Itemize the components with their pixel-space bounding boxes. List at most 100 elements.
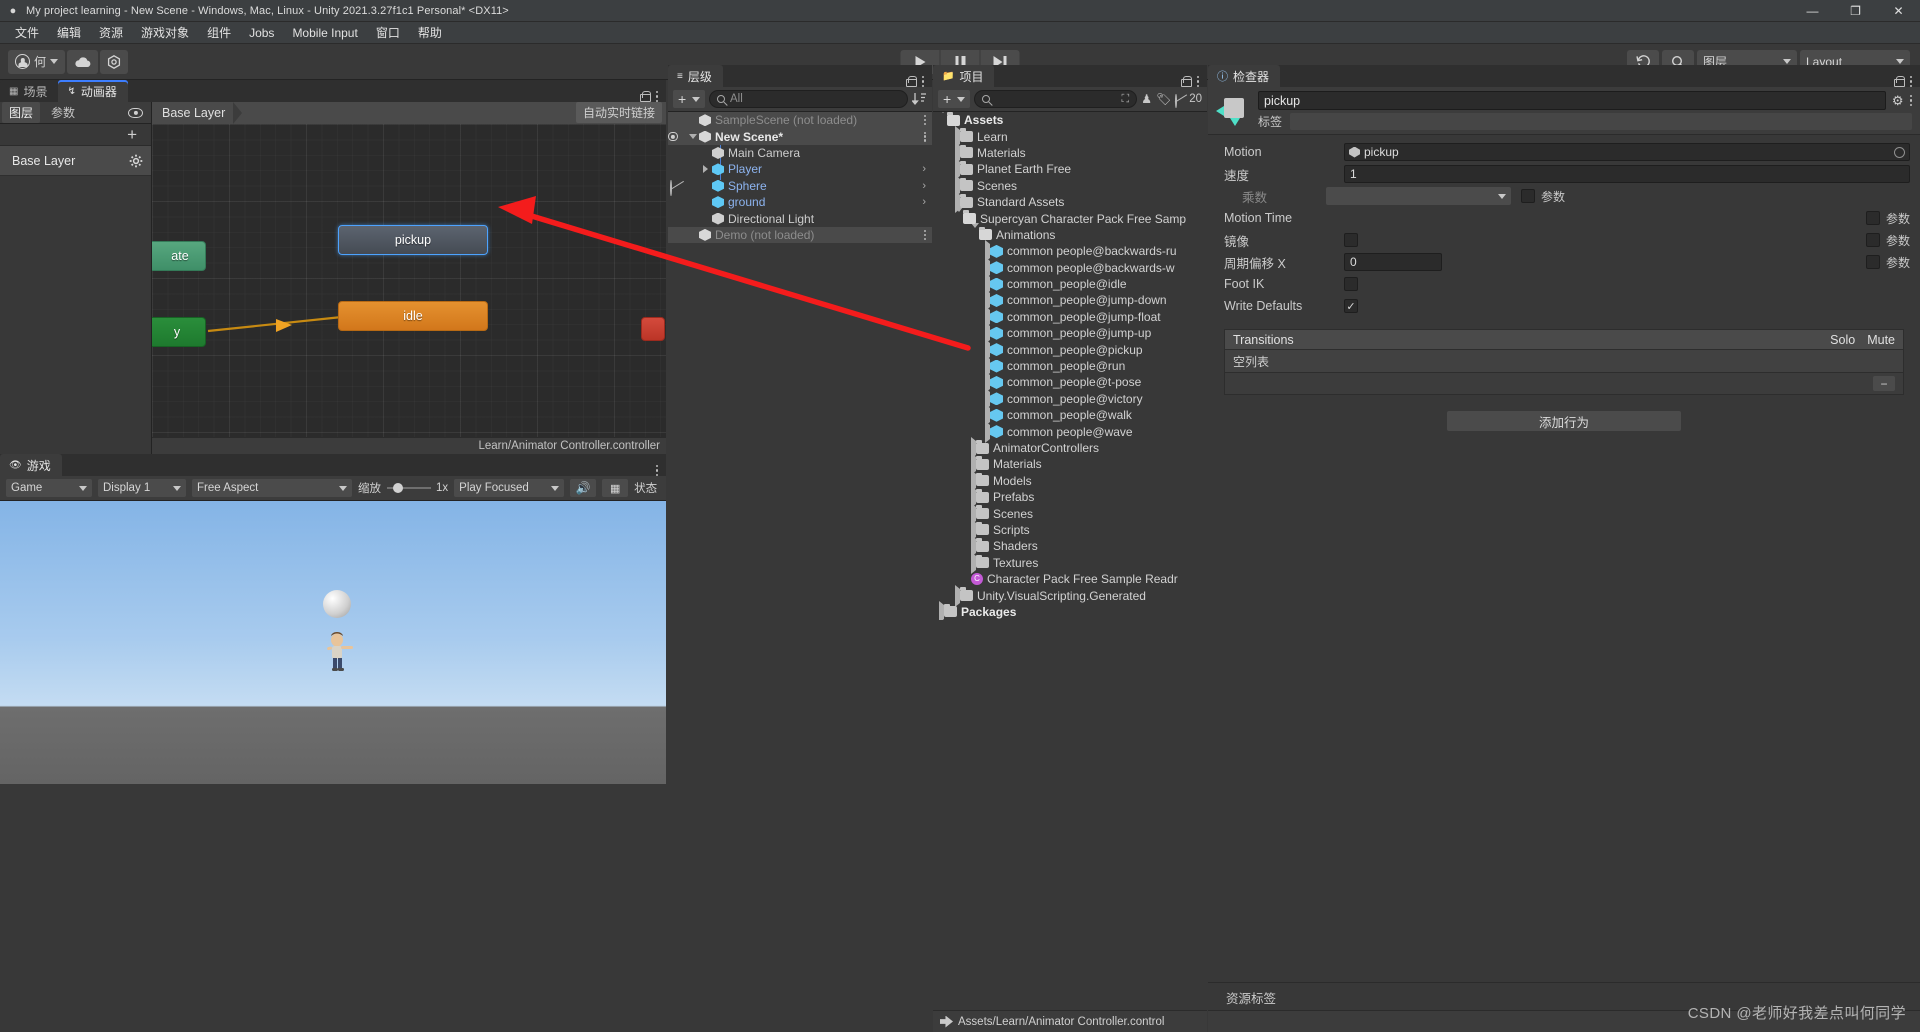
maximize-button[interactable]: ❐ <box>1834 0 1877 22</box>
project-row-planet-earth-free[interactable]: Planet Earth Free <box>933 158 1207 181</box>
minimize-button[interactable]: — <box>1791 0 1834 22</box>
lock-icon[interactable] <box>905 75 917 87</box>
services-settings-button[interactable] <box>100 49 129 74</box>
component-menu-icon[interactable] <box>1909 94 1912 107</box>
cycle-offset-param-checkbox[interactable] <box>1865 255 1880 269</box>
project-row-standard-assets[interactable]: Standard Assets <box>933 191 1207 214</box>
object-filter-icon[interactable]: ♟ <box>1141 92 1152 106</box>
tab-game[interactable]: 👁 游戏 <box>0 454 62 476</box>
panel-menu-icon[interactable] <box>1196 75 1199 87</box>
open-icon[interactable]: ⛶ <box>1122 93 1130 106</box>
eye-off-icon[interactable] <box>669 179 685 196</box>
menu-window[interactable]: 窗口 <box>367 22 409 43</box>
tag-field[interactable] <box>1290 113 1912 130</box>
aspect-select[interactable]: Free Aspect <box>192 479 352 497</box>
game-view[interactable] <box>0 501 666 831</box>
create-gameobject-button[interactable]: + <box>673 90 705 108</box>
display-select[interactable]: Display 1 <box>98 479 186 497</box>
menu-assets[interactable]: 资源 <box>90 22 132 43</box>
eye-icon[interactable] <box>128 107 143 118</box>
breadcrumb-label[interactable]: Base Layer <box>162 106 225 120</box>
motion-time-param-checkbox[interactable] <box>1865 211 1880 225</box>
tab-project[interactable]: 📁 项目 <box>933 65 995 87</box>
hierarchy-row-samplescene[interactable]: SampleScene (not loaded) <box>668 112 932 129</box>
sort-icon[interactable] <box>912 92 927 106</box>
prefab-open-icon[interactable]: › <box>922 163 926 175</box>
search-input[interactable] <box>995 93 1117 105</box>
scale-slider[interactable]: 1x <box>387 482 448 494</box>
menu-gameobject[interactable]: 游戏对象 <box>132 22 198 43</box>
mute-audio-button[interactable]: 🔊 <box>570 479 597 497</box>
graph-node-entry[interactable]: ate <box>152 241 206 271</box>
project-row-backwards-walk[interactable]: common people@backwards-w <box>933 256 1207 279</box>
add-behaviour-button[interactable]: 添加行为 <box>1447 411 1681 431</box>
menu-help[interactable]: 帮助 <box>409 22 451 43</box>
subtab-parameters[interactable]: 参数 <box>44 102 82 123</box>
play-focus-select[interactable]: Play Focused <box>454 479 565 497</box>
project-row-jump-down[interactable]: common_people@jump-down <box>933 289 1207 312</box>
row-menu-icon[interactable] <box>923 131 926 142</box>
tab-scene[interactable]: ▦ 场景 <box>0 80 59 102</box>
hierarchy-row-main-camera[interactable]: Main Camera <box>668 145 932 161</box>
preset-icon[interactable]: ⚙ <box>1892 93 1904 109</box>
hierarchy-search[interactable] <box>709 90 908 108</box>
project-row-walk[interactable]: common_people@walk <box>933 404 1207 427</box>
hierarchy-row-sphere[interactable]: Sphere › <box>668 178 932 196</box>
close-button[interactable]: ✕ <box>1877 0 1920 22</box>
project-row-pickup[interactable]: common_people@pickup <box>933 338 1207 361</box>
project-row-visualscripting[interactable]: Unity.VisualScripting.Generated <box>933 584 1207 607</box>
foot-ik-checkbox[interactable] <box>1344 277 1358 291</box>
hierarchy-row-new-scene[interactable]: New Scene* <box>668 128 932 145</box>
project-row-learn[interactable]: Learn <box>933 125 1207 148</box>
menu-mobile-input[interactable]: Mobile Input <box>283 24 366 42</box>
row-menu-icon[interactable] <box>923 115 926 126</box>
mirror-checkbox[interactable] <box>1344 233 1358 247</box>
plus-icon[interactable]: + <box>127 126 137 143</box>
gear-icon[interactable] <box>129 154 143 168</box>
graph-node-any-state[interactable]: y <box>152 317 206 347</box>
hierarchy-row-directional-light[interactable]: Directional Light <box>668 210 932 226</box>
hierarchy-row-player[interactable]: Player › <box>668 161 932 177</box>
project-row-idle[interactable]: common_people@idle <box>933 273 1207 296</box>
project-row-packages[interactable]: Packages <box>933 600 1207 621</box>
panel-menu-icon[interactable] <box>1909 75 1912 87</box>
menu-component[interactable]: 组件 <box>198 22 240 43</box>
menu-edit[interactable]: 编辑 <box>48 22 90 43</box>
project-row-run[interactable]: common_people@run <box>933 355 1207 378</box>
slider-knob[interactable] <box>393 483 403 493</box>
hierarchy-row-ground[interactable]: ground › <box>668 194 932 210</box>
graph-node-exit[interactable] <box>641 317 665 341</box>
game-view-select[interactable]: Game <box>6 479 92 497</box>
hierarchy-row-demo[interactable]: Demo (not loaded) <box>668 226 932 244</box>
speed-input[interactable]: 1 <box>1344 165 1910 183</box>
stats-button[interactable]: ▦ <box>602 479 629 497</box>
state-name-input[interactable] <box>1258 91 1886 110</box>
animator-graph-canvas[interactable]: ate y pickup idle Learn/Animator Control… <box>152 124 666 454</box>
tab-hierarchy[interactable]: ≡ 层级 <box>668 65 723 87</box>
project-row-t-pose[interactable]: common_people@t-pose <box>933 371 1207 394</box>
project-row-jump-up[interactable]: common_people@jump-up <box>933 322 1207 345</box>
layer-row-base[interactable]: Base Layer <box>0 146 151 176</box>
create-asset-button[interactable]: + <box>938 90 970 108</box>
project-row-scenes[interactable]: Scenes <box>933 174 1207 197</box>
project-row-backwards-run[interactable]: common people@backwards-ru <box>933 240 1207 263</box>
lock-icon[interactable] <box>639 90 651 102</box>
row-menu-icon[interactable] <box>923 229 926 240</box>
cloud-button[interactable] <box>67 49 99 74</box>
panel-menu-icon[interactable] <box>921 75 924 87</box>
panel-menu-icon[interactable] <box>655 90 658 102</box>
auto-live-link-button[interactable]: 自动实时链接 <box>575 102 662 123</box>
prefab-open-icon[interactable]: › <box>922 196 926 208</box>
panel-menu-icon[interactable] <box>655 464 658 476</box>
eye-icon[interactable] <box>668 132 678 142</box>
graph-node-pickup[interactable]: pickup <box>338 225 488 255</box>
project-row-victory[interactable]: common_people@victory <box>933 387 1207 410</box>
subtab-layers[interactable]: 图层 <box>2 102 41 123</box>
lock-icon[interactable] <box>1893 75 1905 87</box>
project-search[interactable]: ⛶ <box>974 90 1138 108</box>
prefab-open-icon[interactable]: › <box>922 180 926 192</box>
project-row-materials[interactable]: Materials <box>933 141 1207 164</box>
motion-object-field[interactable]: pickup <box>1344 143 1910 161</box>
project-row-textures[interactable]: Textures <box>933 551 1207 574</box>
tab-inspector[interactable]: ⓘ 检查器 <box>1208 65 1281 87</box>
